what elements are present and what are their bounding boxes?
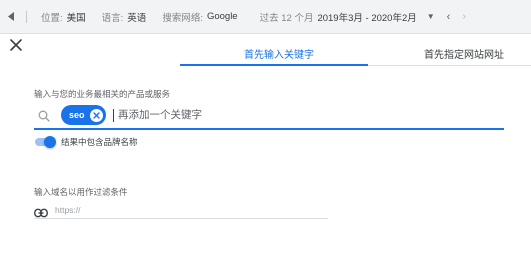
date-range-filter[interactable]: 过去 12 个月 2019年3月 - 2020年2月 (260, 10, 417, 24)
network-label: 搜索网络: (162, 12, 203, 24)
filter-toolbar: 位置: 美国 语言: 英语 搜索网络: Google 过去 12 个月 2019… (0, 0, 531, 34)
keyword-chip-label: seo (69, 110, 85, 120)
product-prompt: 输入与您的业务最相关的产品或服务 (34, 89, 171, 99)
network-filter[interactable]: 搜索网络: Google (162, 10, 237, 24)
date-range-label: 过去 12 个月 (259, 12, 314, 24)
date-range-value: 2019年3月 - 2020年2月 (317, 12, 417, 24)
location-value: 美国 (66, 12, 86, 24)
close-icon[interactable] (9, 38, 23, 52)
link-icon (34, 205, 48, 218)
chip-remove-icon[interactable] (89, 108, 103, 122)
domain-field[interactable] (34, 202, 328, 219)
tab-website-first[interactable]: 首先指定网站网址 (424, 46, 504, 61)
tab-bar: 首先输入关键字 首先指定网站网址 (180, 36, 531, 66)
brand-toggle-label: 结果中包含品牌名称 (61, 137, 138, 147)
text-cursor (113, 109, 114, 122)
location-filter[interactable]: 位置: 美国 (41, 10, 86, 24)
language-value: 英语 (127, 12, 147, 24)
domain-prompt: 输入域名以用作过滤条件 (34, 187, 128, 197)
chevron-down-icon[interactable]: ▼ (427, 12, 435, 21)
chevron-left-icon[interactable]: ‹ (447, 11, 451, 23)
search-icon (38, 109, 50, 122)
tab-keywords-first[interactable]: 首先输入关键字 (244, 46, 314, 61)
language-label: 语言: (101, 12, 124, 24)
network-value: Google (206, 11, 238, 22)
back-arrow-icon[interactable] (8, 12, 18, 21)
toggle-knob (44, 136, 56, 148)
domain-input[interactable] (55, 203, 315, 217)
active-tab-indicator (180, 64, 368, 66)
keyword-field[interactable]: seo (34, 103, 504, 130)
brand-toggle-switch[interactable] (34, 136, 56, 148)
keyword-chip[interactable]: seo (61, 105, 106, 125)
add-keyword-input[interactable] (118, 105, 418, 125)
brand-toggle-row[interactable]: 结果中包含品牌名称 (34, 136, 138, 148)
chevron-right-icon[interactable]: › (462, 11, 466, 23)
toolbar-divider (26, 10, 27, 23)
language-filter[interactable]: 语言: 英语 (102, 10, 147, 24)
location-label: 位置: (41, 12, 63, 24)
